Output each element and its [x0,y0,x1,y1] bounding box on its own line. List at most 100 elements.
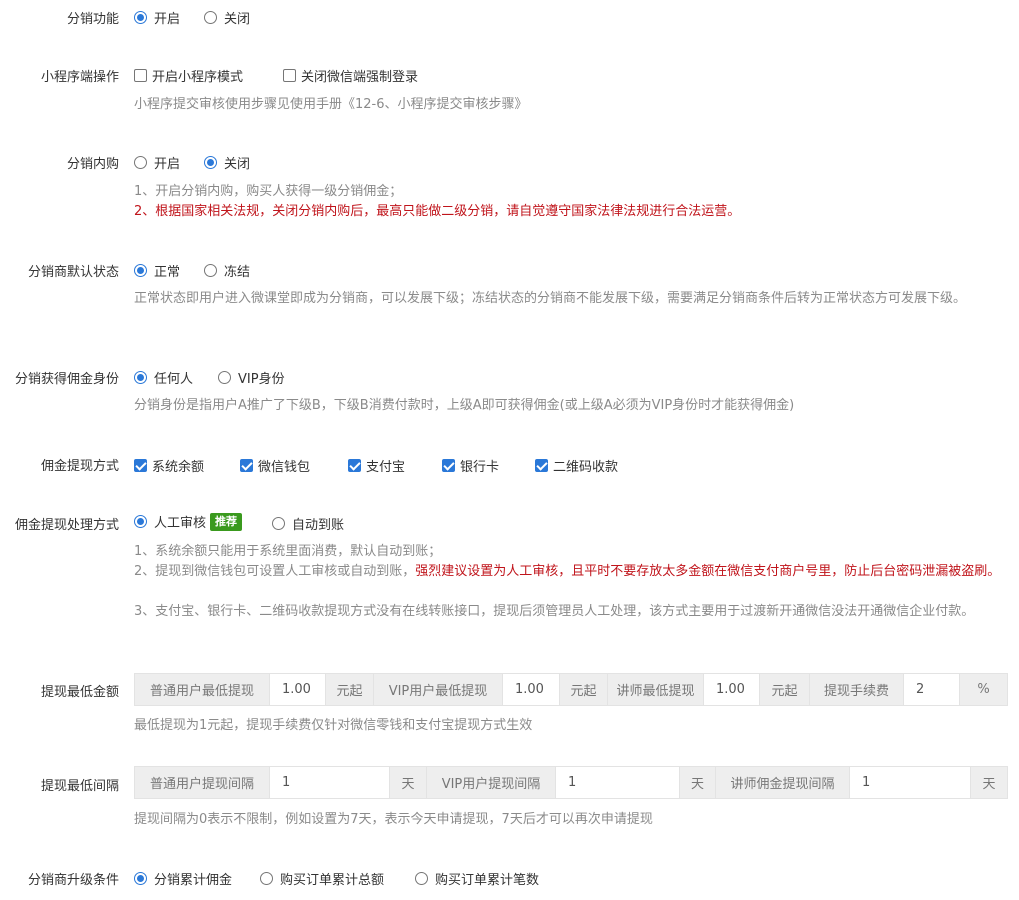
checkbox-icon[interactable] [283,69,296,82]
user-interval-addon: 普通用户提现间隔 [135,767,270,798]
option-label: 二维码收款 [553,460,619,475]
disable-wechat-login-checkbox[interactable]: 关闭微信端强制登录 [283,66,418,85]
help-text: 2、提现到微信钱包可设置人工审核或自动到账， [134,564,416,579]
commission-identity-label: 分销获得佣金身份 [14,372,119,387]
option-label: 支付宝 [366,460,406,475]
teacher-min-addon: 讲师最低提现 [608,674,704,705]
option-label: 开启 [154,157,181,172]
option-label: 自动到账 [292,518,345,533]
identity-anyone-radio[interactable]: 任何人 [134,368,193,387]
unit-addon: 元起 [560,674,608,705]
checkbox-icon[interactable] [240,459,253,472]
miniprogram-help: 小程序提交审核使用步骤见使用手册《12-6、小程序提交审核步骤》 [134,97,528,112]
option-label: 分销累计佣金 [154,873,233,888]
fee-addon: 提现手续费 [810,674,904,705]
radio-icon[interactable] [272,517,285,530]
radio-icon[interactable] [218,371,231,384]
upgrade-order-total-radio[interactable]: 购买订单累计总额 [260,869,384,888]
upgrade-commission-radio[interactable]: 分销累计佣金 [134,869,232,888]
min-amount-label: 提现最低金额 [40,685,119,700]
option-label: 关闭微信端强制登录 [301,70,419,85]
day-addon: 天 [971,767,1007,798]
distribution-off-radio[interactable]: 关闭 [204,8,250,27]
radio-icon[interactable] [415,872,428,885]
internal-purchase-help-2: 2、根据国家相关法规，关闭分销内购后，最高只能做二级分销，请自觉遵守国家法律法规… [134,204,741,219]
min-amount-help: 最低提现为1元起，提现手续费仅针对微信零钱和支付宝提现方式生效 [134,718,533,733]
radio-icon[interactable] [134,872,147,885]
method-wechat-checkbox[interactable]: 微信钱包 [240,456,310,475]
radio-icon[interactable] [260,872,273,885]
unit-addon: 元起 [760,674,810,705]
withdraw-process-label: 佣金提现处理方式 [14,518,119,533]
checkbox-icon[interactable] [348,459,361,472]
day-addon: 天 [390,767,427,798]
identity-vip-radio[interactable]: VIP身份 [218,368,285,387]
upgrade-label: 分销商升级条件 [27,873,119,888]
option-label: 关闭 [224,12,251,27]
option-label: 购买订单累计总额 [280,873,385,888]
withdraw-process-help-3: 3、支付宝、银行卡、二维码收款提现方式没有在线转账接口，提现后须管理员人工处理，… [134,604,975,619]
upgrade-order-count-radio[interactable]: 购买订单累计笔数 [415,869,539,888]
internal-purchase-help-1: 1、开启分销内购，购买人获得一级分销佣金； [134,184,403,199]
method-alipay-checkbox[interactable]: 支付宝 [348,456,405,475]
internal-purchase-label: 分销内购 [66,157,119,172]
option-label: 正常 [154,265,181,280]
withdraw-process-help-2: 2、提现到微信钱包可设置人工审核或自动到账，强烈建议设置为人工审核，且平时不要存… [134,562,1009,582]
radio-icon[interactable] [134,264,147,277]
option-label: 购买订单累计笔数 [435,873,540,888]
vip-min-input[interactable]: 1.00 [503,674,560,705]
default-status-help: 正常状态即用户进入微课堂即成为分销商，可以发展下级；冻结状态的分销商不能发展下级… [134,291,967,306]
distribution-label: 分销功能 [66,12,119,27]
radio-icon[interactable] [134,371,147,384]
checkbox-icon[interactable] [442,459,455,472]
min-interval-group: 普通用户提现间隔 1 天 VIP用户提现间隔 1 天 讲师佣金提现间隔 1 天 [134,766,1008,799]
commission-identity-help: 分销身份是指用户A推广了下级B，下级B消费付款时，上级A即可获得佣金(或上级A必… [134,398,795,413]
teacher-min-input[interactable]: 1.00 [704,674,760,705]
radio-icon[interactable] [204,11,217,24]
miniprogram-label: 小程序端操作 [40,70,119,85]
vip-interval-input[interactable]: 1 [556,767,680,798]
miniprogram-mode-checkbox[interactable]: 开启小程序模式 [134,66,243,85]
teacher-interval-addon: 讲师佣金提现间隔 [716,767,850,798]
checkbox-icon[interactable] [134,69,147,82]
method-balance-checkbox[interactable]: 系统余额 [134,456,204,475]
process-auto-radio[interactable]: 自动到账 [272,514,344,533]
option-label: 开启 [154,12,181,27]
radio-icon[interactable] [134,515,147,528]
checkbox-icon[interactable] [134,459,147,472]
vip-min-addon: VIP用户最低提现 [374,674,503,705]
internal-purchase-on-radio[interactable]: 开启 [134,153,180,172]
internal-purchase-off-radio[interactable]: 关闭 [204,153,250,172]
option-label: 系统余额 [152,460,205,475]
user-interval-input[interactable]: 1 [270,767,390,798]
withdraw-process-help-1: 1、系统余额只能用于系统里面消费，默认自动到账； [134,544,442,559]
radio-icon[interactable] [204,264,217,277]
status-normal-radio[interactable]: 正常 [134,261,180,280]
recommended-badge: 推荐 [210,512,243,531]
warning-text: 强烈建议设置为人工审核，且平时不要存放太多金额在微信支付商户号里，防止后台密码泄… [415,564,1001,579]
radio-icon[interactable] [134,156,147,169]
method-bankcard-checkbox[interactable]: 银行卡 [442,456,499,475]
checkbox-icon[interactable] [535,459,548,472]
min-interval-help: 提现间隔为0表示不限制，例如设置为7天，表示今天申请提现，7天后才可以再次申请提… [134,812,653,827]
min-amount-group: 普通用户最低提现 1.00 元起 VIP用户最低提现 1.00 元起 讲师最低提… [134,673,1008,706]
radio-icon[interactable] [204,156,217,169]
option-label: 人工审核 [154,516,207,531]
option-label: 开启小程序模式 [152,70,244,85]
fee-input[interactable]: 2 [904,674,960,705]
status-frozen-radio[interactable]: 冻结 [204,261,250,280]
radio-icon[interactable] [134,11,147,24]
distribution-on-radio[interactable]: 开启 [134,8,180,27]
default-status-label: 分销商默认状态 [27,265,119,280]
user-min-input[interactable]: 1.00 [270,674,326,705]
vip-interval-addon: VIP用户提现间隔 [427,767,556,798]
withdraw-method-label: 佣金提现方式 [40,459,119,474]
method-qrcode-checkbox[interactable]: 二维码收款 [535,456,618,475]
process-manual-radio[interactable]: 人工审核 推荐 [134,512,243,531]
option-label: VIP身份 [238,372,285,387]
teacher-interval-input[interactable]: 1 [850,767,971,798]
percent-addon: % [960,674,1007,705]
option-label: 微信钱包 [258,460,311,475]
option-label: 任何人 [154,372,194,387]
unit-addon: 元起 [326,674,374,705]
